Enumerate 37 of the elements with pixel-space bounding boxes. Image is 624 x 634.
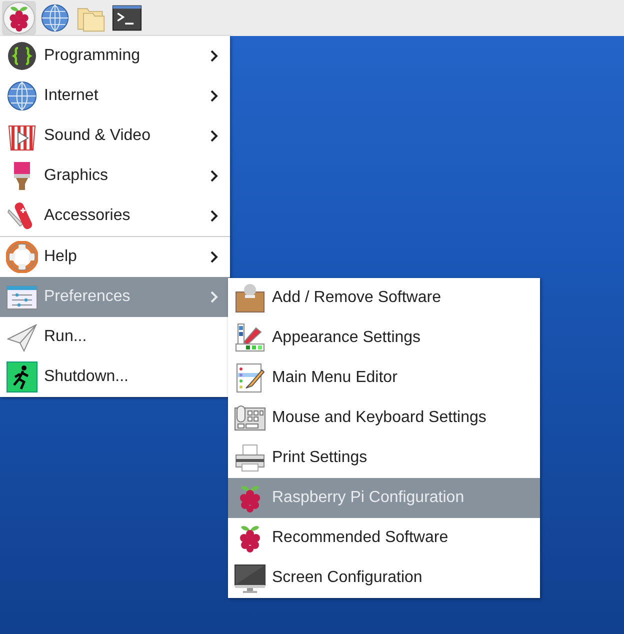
- menu-item[interactable]: Recommended Software: [228, 518, 540, 558]
- folder-icon: [77, 8, 105, 32]
- globe-icon: [8, 82, 36, 110]
- printer-icon: [236, 444, 264, 472]
- menu-item[interactable]: Print Settings: [228, 438, 540, 478]
- monitor-icon: [234, 564, 266, 593]
- braces-icon: [8, 42, 36, 70]
- raspberry-icon: [240, 526, 260, 552]
- menu-editor-icon: [236, 364, 265, 392]
- running-man-icon: [6, 362, 38, 392]
- menu-item[interactable]: Run...: [0, 317, 230, 357]
- paintbrush-icon: [14, 162, 30, 190]
- paper-plane-icon: [6, 324, 38, 352]
- terminal-icon: [112, 5, 142, 31]
- menu-item[interactable]: Accessories: [0, 196, 230, 236]
- menu-item[interactable]: Internet: [0, 76, 230, 116]
- menu-item[interactable]: Shutdown...: [0, 357, 230, 397]
- menu-item[interactable]: Mouse and Keyboard Settings: [228, 398, 540, 438]
- popcorn-video-icon: [8, 124, 36, 152]
- menu-button[interactable]: [2, 1, 36, 35]
- lifebuoy-icon: [6, 241, 38, 273]
- raspberry-icon: [240, 486, 260, 512]
- menu-item[interactable]: Screen Configuration: [228, 558, 540, 598]
- globe-icon: [41, 4, 69, 32]
- settings-window-icon: [6, 286, 38, 310]
- color-swatches-icon: [236, 324, 264, 352]
- mouse-keyboard-icon: [234, 406, 266, 430]
- pocket-knife-icon: [7, 201, 34, 230]
- menu-item[interactable]: Appearance Settings: [228, 318, 540, 358]
- menu-item[interactable]: Programming: [0, 36, 230, 76]
- menu-item[interactable]: Main Menu Editor: [228, 358, 540, 398]
- menu-item[interactable]: Graphics: [0, 156, 230, 196]
- menu-item[interactable]: Sound & Video: [0, 116, 230, 156]
- menu-item[interactable]: Add / Remove Software: [228, 278, 540, 318]
- menu-item[interactable]: Help: [0, 237, 230, 277]
- package-box-icon: [236, 284, 264, 312]
- raspberry-icon: [10, 6, 28, 32]
